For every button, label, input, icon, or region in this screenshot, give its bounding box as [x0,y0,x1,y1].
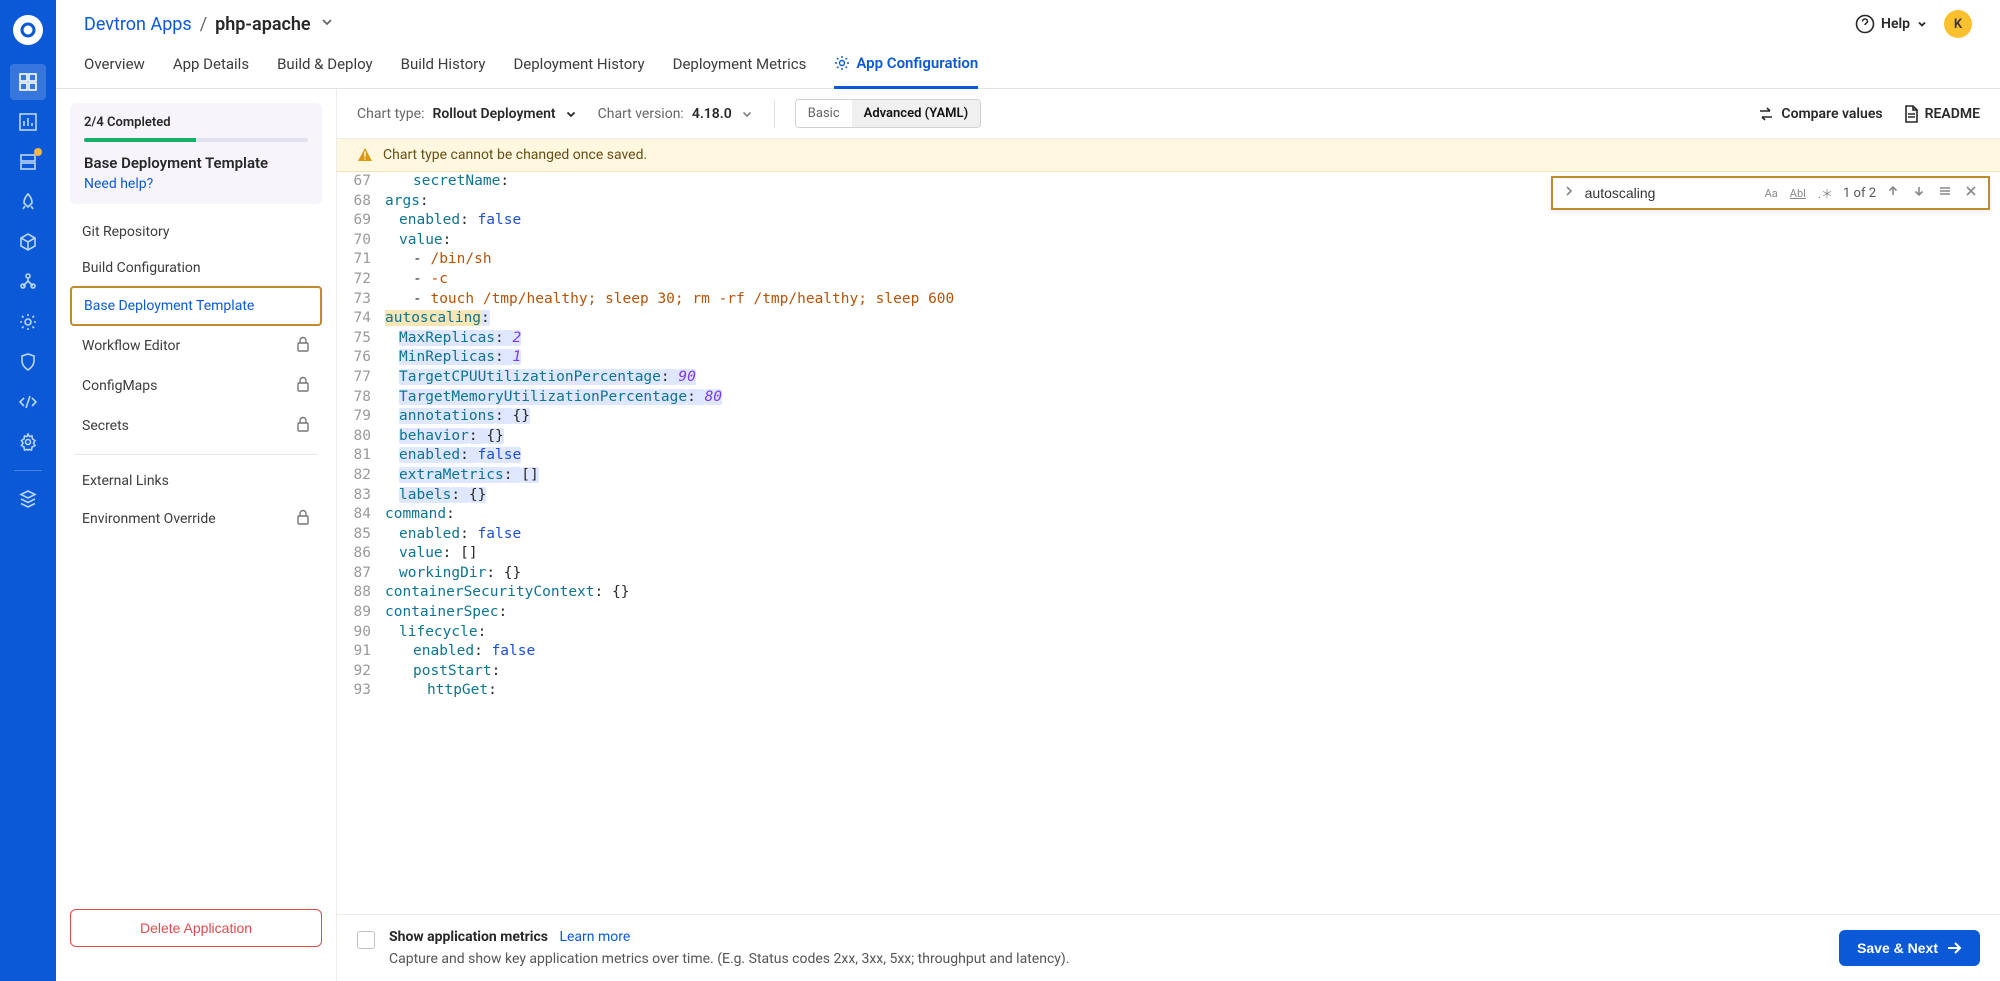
find-count: 1 of 2 [1843,186,1876,201]
tab-deployment-history[interactable]: Deployment History [513,54,644,88]
chevron-down-icon[interactable] [740,107,754,121]
chart-version-value[interactable]: 4.18.0 [692,106,732,122]
delete-application-button[interactable]: Delete Application [70,909,322,947]
config-sidebar: 2/4 Completed Base Deployment Template N… [56,89,336,981]
whole-word-icon[interactable]: Abl [1788,185,1808,202]
sidebar-item-configmaps[interactable]: ConfigMaps [70,366,322,406]
devtron-logo[interactable] [8,10,48,50]
breadcrumb: Devtron Apps / php-apache [84,14,335,35]
tab-build-deploy[interactable]: Build & Deploy [277,54,373,88]
nav-cube-icon[interactable] [10,224,46,260]
basic-tab[interactable]: Basic [796,100,852,127]
lock-icon [296,376,310,396]
regex-icon[interactable]: .＊ [1816,183,1835,204]
warning-banner: Chart type cannot be changed once saved. [337,139,2000,172]
find-prev-icon[interactable] [1884,182,1902,204]
chevron-down-icon[interactable] [564,107,578,121]
match-case-icon[interactable]: Aa [1763,185,1780,202]
tab-app-details[interactable]: App Details [173,54,249,88]
nav-layers-icon[interactable] [10,481,46,517]
metrics-heading: Show application metrics [389,929,548,945]
nav-chart-icon[interactable] [10,104,46,140]
sidebar-item-secrets[interactable]: Secrets [70,406,322,446]
nav-gear-icon[interactable] [10,304,46,340]
breadcrumb-root[interactable]: Devtron Apps [84,14,192,35]
chart-type-value[interactable]: Rollout Deployment [432,106,555,122]
progress-card-title: Base Deployment Template [84,154,308,172]
metrics-checkbox[interactable] [357,931,375,949]
editor-toolbar: Chart type: Rollout Deployment Chart ver… [337,89,2000,139]
progress-bar [84,138,308,142]
save-next-button[interactable]: Save & Next [1839,930,1980,966]
lock-icon [296,336,310,356]
lock-icon [296,509,310,529]
yaml-editor[interactable]: 67secretName:68args:69enabled: false70va… [337,172,2000,914]
warning-text: Chart type cannot be changed once saved. [383,147,647,163]
find-selection-icon[interactable] [1936,182,1954,204]
need-help-link[interactable]: Need help? [84,176,308,192]
compare-values-button[interactable]: Compare values [1757,105,1882,123]
nav-shield-icon[interactable] [10,344,46,380]
sidebar-item-workflow-editor[interactable]: Workflow Editor [70,326,322,366]
find-close-icon[interactable] [1962,182,1980,204]
sidebar-item-base-deployment-template[interactable]: Base Deployment Template [70,286,322,326]
nav-code-icon[interactable] [10,384,46,420]
learn-more-link[interactable]: Learn more [559,929,630,945]
sidebar-item-environment-override[interactable]: Environment Override [70,499,322,539]
view-mode-segment: Basic Advanced (YAML) [795,99,981,128]
find-next-icon[interactable] [1910,182,1928,204]
chart-version-label: Chart version: [598,106,684,122]
sidebar-item-build-configuration[interactable]: Build Configuration [70,250,322,286]
metrics-subtext: Capture and show key application metrics… [389,951,1069,967]
footer: Show application metrics Learn more Capt… [337,914,2000,981]
lock-icon [296,416,310,436]
sidebar-item-external-links[interactable]: External Links [70,463,322,499]
nav-rocket-icon[interactable] [10,184,46,220]
nav-apps-icon[interactable] [10,64,46,100]
help-label: Help [1881,16,1910,32]
nav-stack-icon[interactable] [10,144,46,180]
breadcrumb-current: php-apache [215,14,310,35]
chevron-down-icon[interactable] [319,14,335,35]
tab-app-configuration[interactable]: App Configuration [834,54,978,89]
chart-type-label: Chart type: [357,106,424,122]
tab-build-history[interactable]: Build History [401,54,486,88]
avatar[interactable]: K [1944,10,1972,38]
progress-text: 2/4 Completed [84,115,308,130]
advanced-yaml-tab[interactable]: Advanced (YAML) [852,100,981,127]
find-widget: Aa Abl .＊ 1 of 2 [1551,176,1990,210]
tab-overview[interactable]: Overview [84,54,145,88]
nav-settings-icon[interactable] [10,424,46,460]
warning-icon [357,147,373,163]
readme-button[interactable]: README [1903,105,1980,123]
icon-rail [0,0,56,981]
sidebar-item-git-repository[interactable]: Git Repository [70,214,322,250]
help-button[interactable]: Help [1855,14,1928,34]
tabs: Overview App Details Build & Deploy Build H… [56,38,2000,89]
progress-card: 2/4 Completed Base Deployment Template N… [70,103,322,204]
find-input[interactable] [1585,185,1755,201]
find-expand-icon[interactable] [1561,183,1577,203]
nav-nodes-icon[interactable] [10,264,46,300]
tab-deployment-metrics[interactable]: Deployment Metrics [673,54,807,88]
breadcrumb-sep: / [200,14,207,35]
